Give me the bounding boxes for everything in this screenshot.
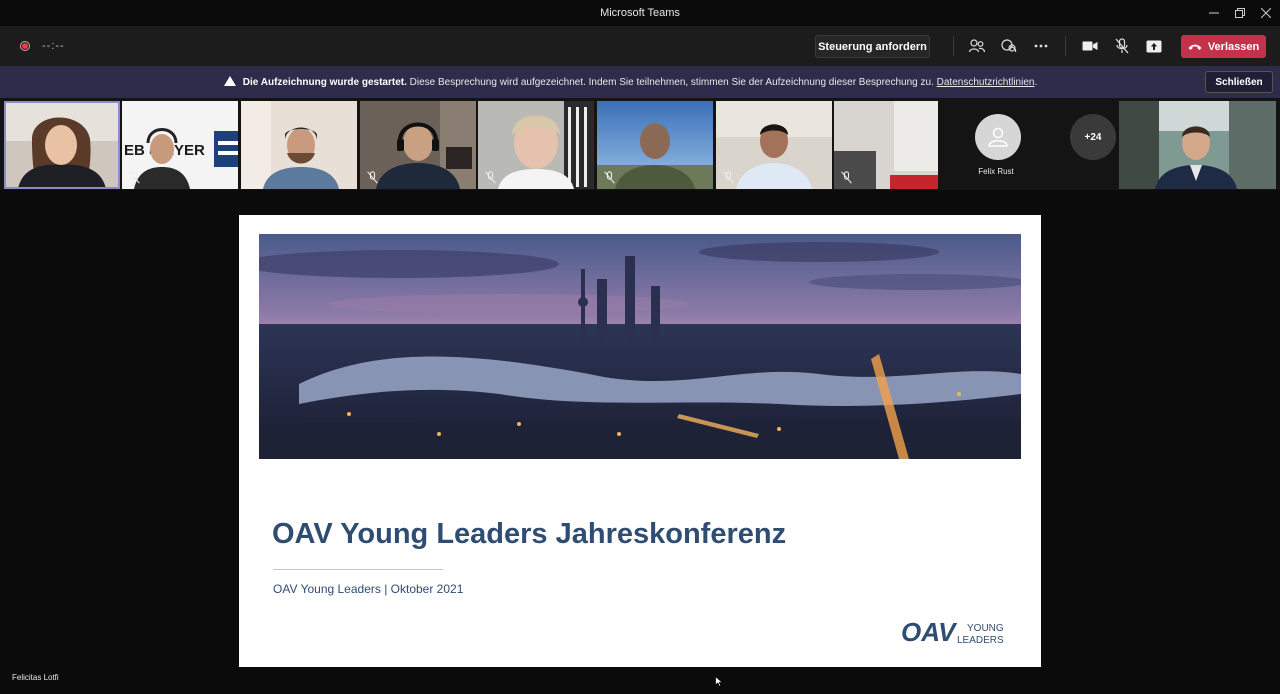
person-icon bbox=[988, 127, 1008, 147]
camera-icon bbox=[1082, 41, 1098, 51]
participants-icon bbox=[969, 39, 985, 53]
participant-tile[interactable] bbox=[716, 101, 832, 189]
camera-toggle-button[interactable] bbox=[1079, 36, 1101, 56]
slide-cityscape-image bbox=[259, 234, 1021, 459]
mic-off-icon bbox=[1115, 38, 1129, 54]
more-participants-count[interactable]: +24 bbox=[1070, 114, 1116, 160]
recording-message-bold: Die Aufzeichnung wurde gestartet. bbox=[242, 77, 407, 88]
avatar bbox=[975, 114, 1021, 160]
minimize-button[interactable] bbox=[1203, 3, 1225, 23]
participants-button[interactable] bbox=[966, 36, 988, 56]
svg-text:LEADERS: LEADERS bbox=[957, 635, 1004, 646]
title-bar: Microsoft Teams bbox=[0, 0, 1280, 26]
mic-toggle-button[interactable] bbox=[1111, 36, 1133, 56]
muted-icon bbox=[841, 171, 852, 184]
mouse-cursor-icon bbox=[715, 676, 723, 687]
presenter-name: Felicitas Lotfi bbox=[12, 673, 59, 682]
oav-young-leaders-logo: OAV YOUNG LEADERS bbox=[901, 617, 1011, 647]
participant-video bbox=[4, 101, 120, 189]
window-title: Microsoft Teams bbox=[600, 7, 680, 19]
close-banner-button[interactable]: Schließen bbox=[1205, 71, 1273, 93]
muted-icon bbox=[129, 171, 140, 184]
request-control-button[interactable]: Steuerung anfordern bbox=[815, 35, 930, 58]
participant-tile[interactable] bbox=[1119, 101, 1276, 189]
leave-label: Verlassen bbox=[1207, 40, 1260, 53]
leave-meeting-button[interactable]: Verlassen bbox=[1181, 35, 1266, 58]
recording-message: Die Aufzeichnung wurde gestartet. Diese … bbox=[224, 76, 1037, 88]
more-participants-tile[interactable]: +24 bbox=[1024, 101, 1116, 189]
recording-banner: Die Aufzeichnung wurde gestartet. Diese … bbox=[0, 66, 1280, 98]
participant-video bbox=[1119, 101, 1276, 189]
meeting-toolbar: --:-- Steuerung anfordern Verlassen bbox=[0, 26, 1280, 66]
svg-text:OAV: OAV bbox=[901, 618, 958, 646]
privacy-policy-link[interactable]: Datenschutzrichtlinien bbox=[937, 77, 1035, 88]
slide-divider bbox=[273, 569, 443, 570]
restore-button[interactable] bbox=[1229, 3, 1251, 23]
slide-title: OAV Young Leaders Jahreskonferenz bbox=[272, 518, 787, 550]
shared-slide: OAV Young Leaders Jahreskonferenz OAV Yo… bbox=[239, 215, 1041, 667]
toolbar-divider bbox=[953, 36, 954, 56]
muted-icon bbox=[723, 171, 734, 184]
warning-icon bbox=[224, 76, 236, 86]
participant-tile[interactable] bbox=[597, 101, 713, 189]
participant-tile-active[interactable] bbox=[4, 101, 120, 189]
participant-tile[interactable]: EB & EYER bbox=[122, 101, 238, 189]
share-icon bbox=[1146, 40, 1162, 52]
participant-tile[interactable] bbox=[360, 101, 476, 189]
phone-icon bbox=[1188, 44, 1202, 50]
chat-icon bbox=[1001, 39, 1017, 53]
close-icon bbox=[1261, 8, 1271, 18]
participant-tile[interactable] bbox=[478, 101, 594, 189]
more-icon bbox=[1034, 44, 1048, 48]
slide-subtitle: OAV Young Leaders | Oktober 2021 bbox=[273, 582, 464, 596]
muted-icon bbox=[485, 171, 496, 184]
toolbar-divider bbox=[1065, 36, 1066, 56]
meeting-timer: --:-- bbox=[42, 40, 65, 52]
minimize-icon bbox=[1209, 12, 1219, 14]
share-screen-button[interactable] bbox=[1143, 36, 1165, 56]
recording-indicator-icon bbox=[20, 41, 30, 51]
svg-text:YOUNG: YOUNG bbox=[967, 623, 1004, 634]
muted-icon bbox=[248, 171, 259, 184]
recording-message-suffix: . bbox=[1034, 77, 1038, 88]
participant-tile[interactable] bbox=[241, 101, 357, 189]
chat-button[interactable] bbox=[998, 36, 1020, 56]
restore-icon bbox=[1235, 8, 1245, 18]
muted-icon bbox=[604, 171, 615, 184]
more-actions-button[interactable] bbox=[1030, 36, 1052, 56]
participant-tile[interactable] bbox=[834, 101, 950, 189]
recording-message-text: Diese Besprechung wird aufgezeichnet. In… bbox=[409, 77, 934, 88]
close-window-button[interactable] bbox=[1255, 3, 1277, 23]
muted-icon bbox=[367, 171, 378, 184]
